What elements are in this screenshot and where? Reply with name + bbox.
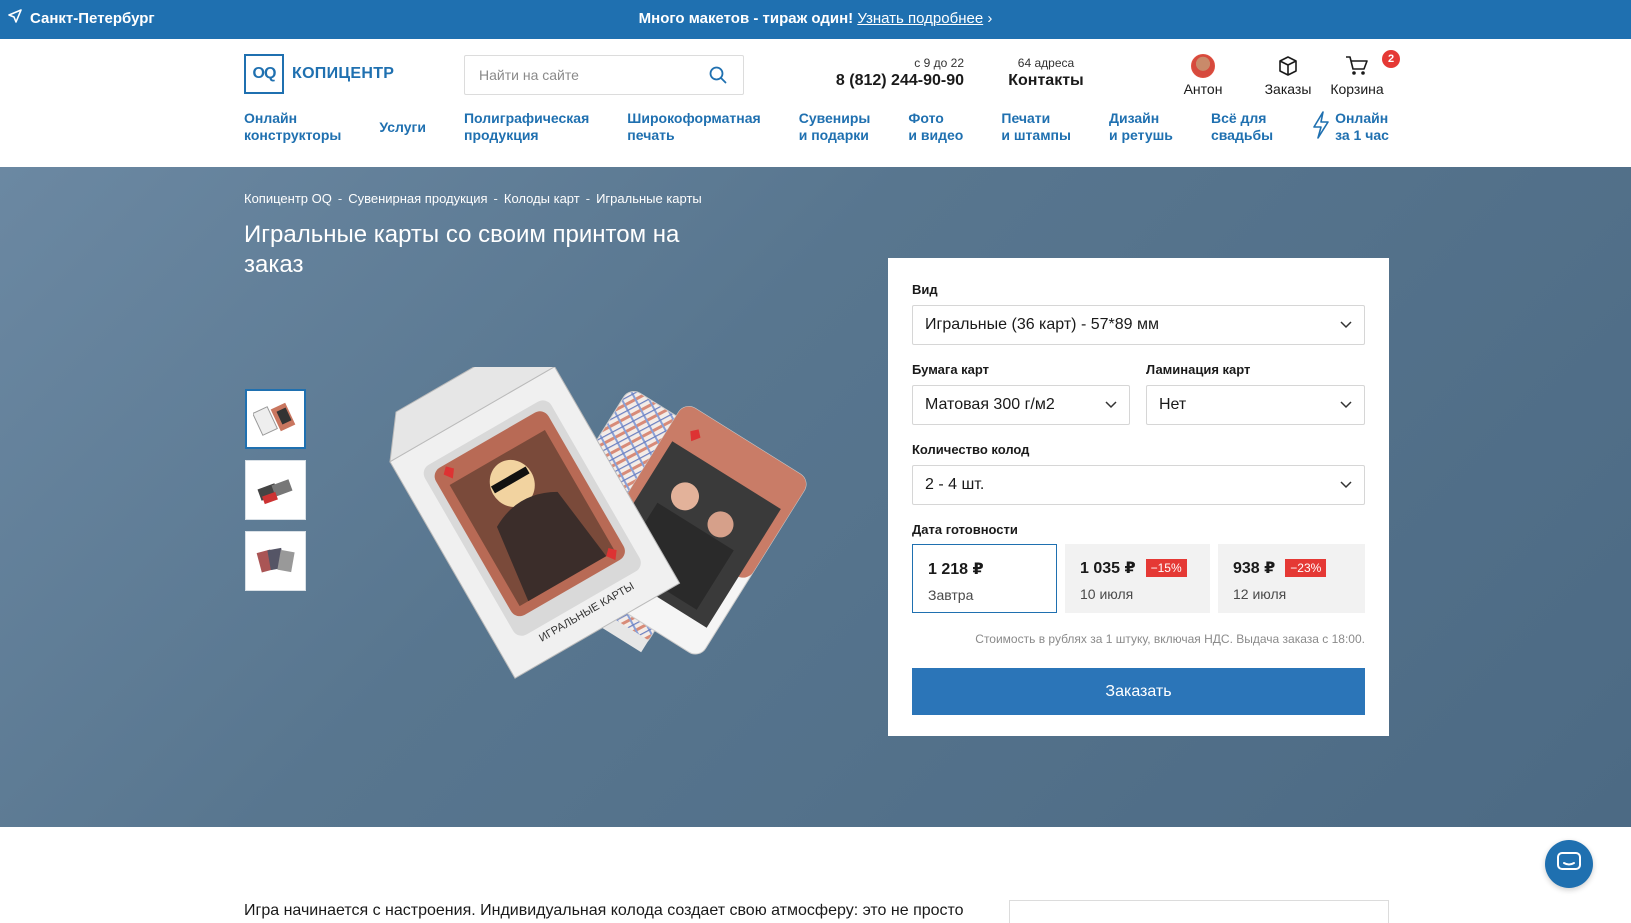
product-thumbnail[interactable] [245, 531, 306, 591]
breadcrumb: Копицентр OQ - Сувенирная продукция - Ко… [244, 191, 702, 206]
search-icon[interactable] [707, 64, 729, 86]
phone-block: с 9 до 22 8 (812) 244-90-90 [820, 56, 964, 90]
breadcrumb-item[interactable]: Сувенирная продукция [348, 191, 487, 206]
product-image: ИГРАЛЬНЫЕ КАРТЫ [330, 346, 870, 707]
date-option[interactable]: 1 035 ₽ −15% 10 июля [1065, 544, 1210, 613]
cart-icon: 2 [1326, 50, 1400, 79]
lightning-icon [1311, 111, 1331, 143]
intro-text: Игра начинается с настроения. Индивидуал… [244, 902, 964, 919]
paper-select[interactable]: Матовая 300 г/м2 [912, 385, 1130, 425]
option-date: 12 июля [1233, 586, 1287, 602]
promo-bar: Санкт-Петербург Много макетов - тираж од… [0, 0, 1631, 39]
logo-mark: OQ [244, 54, 284, 94]
orders-label: Заказы [1264, 81, 1312, 97]
nav-design[interactable]: Дизайн и ретушь [1109, 110, 1173, 144]
breadcrumb-separator: - [337, 191, 343, 206]
working-hours: с 9 до 22 [914, 56, 964, 70]
paper-value: Матовая 300 г/м2 [925, 396, 1055, 413]
phone-number[interactable]: 8 (812) 244-90-90 [820, 72, 964, 90]
product-hero: Копицентр OQ - Сувенирная продукция - Ко… [0, 167, 1631, 827]
nav-wedding[interactable]: Всё для свадьбы [1211, 110, 1273, 144]
breadcrumb-item-current: Игральные карты [596, 191, 702, 206]
product-thumbnail[interactable] [245, 389, 306, 449]
promo-lead: Много макетов - [638, 10, 759, 27]
discount-badge: −15% [1145, 559, 1187, 577]
nav-souvenirs[interactable]: Сувениры и подарки [799, 110, 871, 144]
page-title: Игральные карты со своим принтом на зака… [244, 221, 680, 278]
type-label: Вид [912, 282, 938, 297]
product-thumbnail[interactable] [245, 460, 306, 520]
type-value: Игральные (36 карт) - 57*89 мм [925, 316, 1159, 333]
thumbnail-gallery [245, 389, 306, 591]
chat-icon [1556, 851, 1582, 878]
lamination-select[interactable]: Нет [1146, 385, 1365, 425]
lamination-value: Нет [1159, 396, 1187, 413]
date-option[interactable]: 938 ₽ −23% 12 июля [1218, 544, 1365, 613]
promo-link[interactable]: Узнать подробнее [857, 10, 983, 27]
chat-button[interactable] [1545, 840, 1593, 888]
breadcrumb-item[interactable]: Колоды карт [504, 191, 580, 206]
cart-link[interactable]: 2 Корзина [1326, 50, 1400, 97]
cart-label: Корзина [1330, 81, 1384, 97]
chevron-down-icon [1340, 476, 1352, 494]
nav-online-constructors[interactable]: Онлайн конструкторы [244, 110, 341, 144]
price-note: Стоимость в рублях за 1 штуку, включая Н… [975, 632, 1365, 646]
nav-stamps[interactable]: Печати и штампы [1001, 110, 1071, 144]
breadcrumb-item[interactable]: Копицентр OQ [244, 191, 332, 206]
logo-text: КОПИЦЕНТР [292, 65, 395, 82]
main-nav: Онлайн конструкторы Услуги Полиграфическа… [244, 110, 1389, 144]
orders-link[interactable]: Заказы [1262, 53, 1314, 97]
breadcrumb-separator: - [585, 191, 591, 206]
discount-badge: −23% [1285, 559, 1327, 577]
option-price: 1 218 ₽ [928, 561, 984, 578]
contacts-link[interactable]: Контакты [1006, 72, 1086, 90]
site-header: OQ КОПИЦЕНТР с 9 до 22 8 (812) 244-90-90… [0, 39, 1631, 167]
paper-label: Бумага карт [912, 362, 990, 377]
option-price: 938 ₽ [1233, 560, 1276, 577]
nav-online-1-hour[interactable]: Онлайн за 1 час [1311, 110, 1389, 144]
addresses-count: 64 адреса [1017, 56, 1075, 70]
nav-printing-products[interactable]: Полиграфическая продукция [464, 110, 589, 144]
order-button[interactable]: Заказать [912, 668, 1365, 715]
option-date: 10 июля [1080, 586, 1134, 602]
search-input[interactable] [479, 67, 707, 83]
option-price: 1 035 ₽ [1080, 560, 1136, 577]
nav-services[interactable]: Услуги [379, 119, 426, 136]
side-panel [1009, 900, 1389, 923]
promo-bold: тираж один! [762, 10, 854, 27]
date-option[interactable]: 1 218 ₽ Завтра [912, 544, 1057, 613]
nav-wide-format[interactable]: Широкоформатная печать [627, 110, 760, 144]
promo-text: Много макетов - тираж один! Узнать подро… [0, 10, 1631, 27]
quantity-select[interactable]: 2 - 4 шт. [912, 465, 1365, 505]
promo-arrow-icon: › [987, 10, 993, 27]
chevron-down-icon [1105, 396, 1117, 414]
box-icon [1262, 53, 1314, 79]
chevron-down-icon [1340, 396, 1352, 414]
quantity-value: 2 - 4 шт. [925, 476, 985, 493]
breadcrumb-separator: - [493, 191, 498, 206]
order-form: Вид Игральные (36 карт) - 57*89 мм Бумаг… [888, 258, 1389, 736]
user-menu[interactable]: Антон [1180, 53, 1226, 97]
quantity-label: Количество колод [912, 442, 1030, 457]
option-date: Завтра [928, 587, 974, 603]
type-select[interactable]: Игральные (36 карт) - 57*89 мм [912, 305, 1365, 345]
logo[interactable]: OQ КОПИЦЕНТР [244, 54, 394, 94]
cart-count-badge: 2 [1382, 50, 1400, 68]
user-name: Антон [1183, 81, 1223, 97]
nav-photo-video[interactable]: Фото и видео [908, 110, 963, 144]
search-box [464, 55, 744, 95]
contacts-block[interactable]: 64 адреса Контакты [1006, 56, 1086, 90]
chevron-down-icon [1340, 316, 1352, 334]
avatar [1191, 54, 1215, 78]
date-label: Дата готовности [912, 522, 1018, 537]
lamination-label: Ламинация карт [1146, 362, 1251, 377]
